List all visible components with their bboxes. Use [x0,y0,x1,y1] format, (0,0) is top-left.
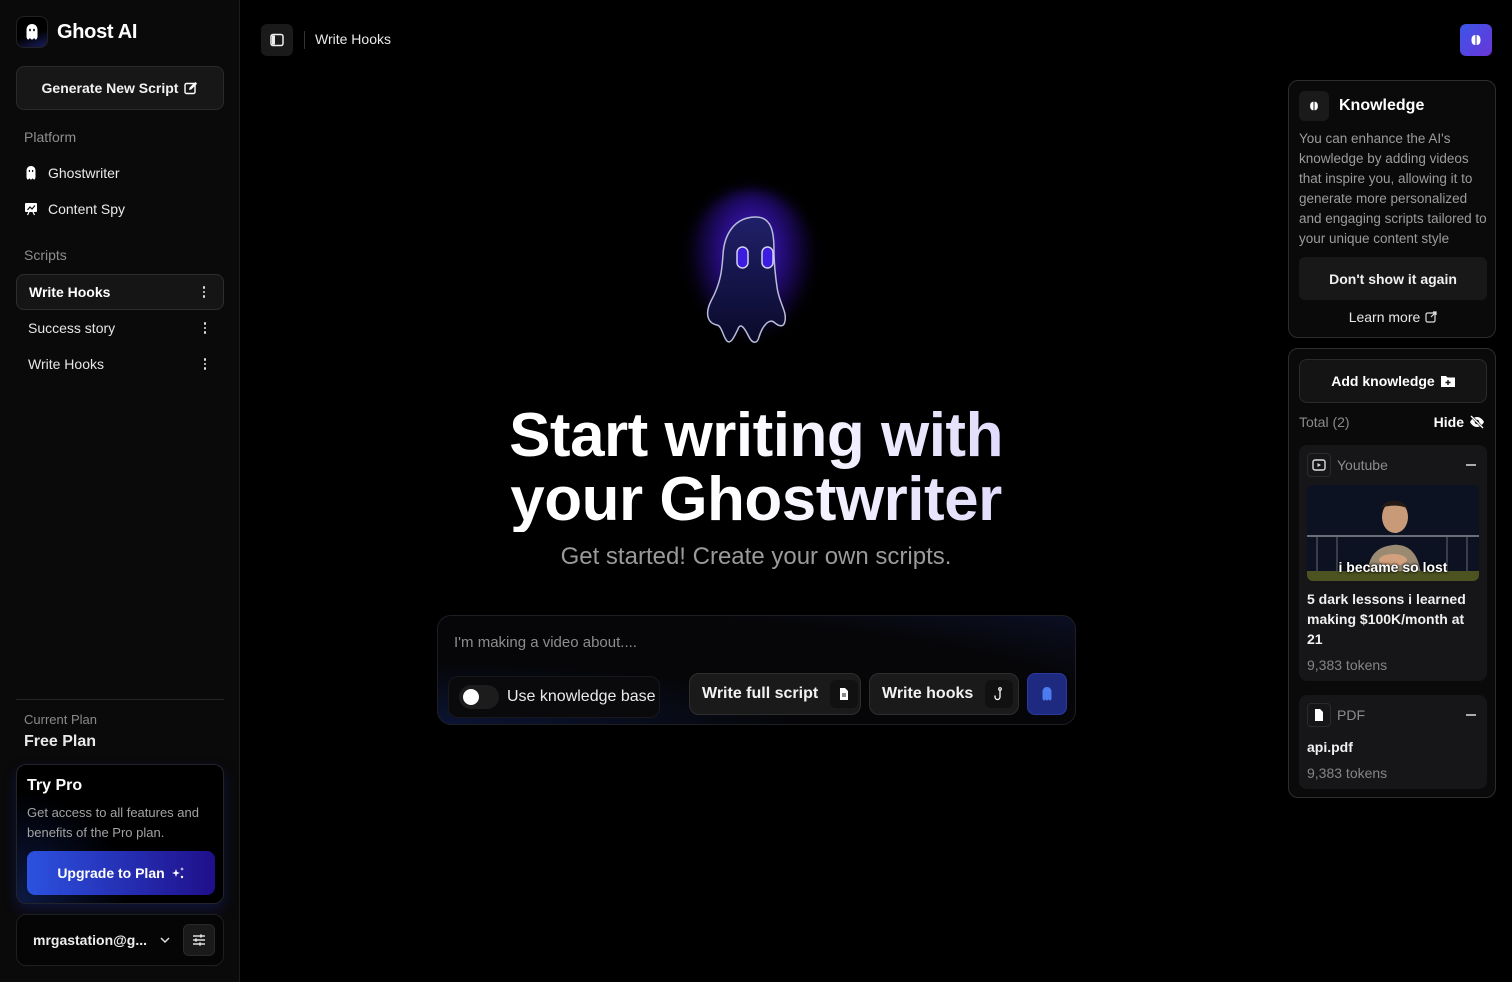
more-vertical-icon[interactable] [198,322,212,334]
brand-name: Ghost AI [57,20,138,43]
knowledge-panel-button[interactable] [1460,24,1492,56]
knowledge-item-tokens: 9,383 tokens [1307,765,1388,781]
toggle-sidebar-button[interactable] [261,24,293,56]
hide-knowledge-button[interactable]: Hide [1434,414,1485,430]
user-account-menu[interactable]: mrgastation@g... [16,914,224,966]
add-knowledge-button[interactable]: Add knowledge [1299,359,1487,403]
folder-plus-icon [1440,376,1455,387]
minus-icon [1466,464,1476,466]
video-thumbnail[interactable]: i became so lost [1307,485,1479,581]
remove-item-button[interactable] [1463,707,1479,723]
generate-label: Generate New Script [41,80,179,96]
app: Ghost AI Generate New Script Platform Gh… [0,0,1512,982]
presentation-chart-icon [25,203,37,216]
ghost-icon [26,166,36,180]
sidebar-divider [16,699,224,700]
knowledge-item-title: 5 dark lessons i learned making $100K/mo… [1307,591,1466,647]
knowledge-panel: Add knowledge Total (2) Hide Youtube i b… [1288,348,1496,798]
sidebar-panel-icon [270,33,284,47]
kb-toggle-label: Use knowledge base [507,688,656,705]
knowledge-item-type: Youtube [1337,457,1388,473]
current-plan-label: Current Plan [24,712,97,727]
ghost-generate-button[interactable] [1027,673,1067,715]
sliders-icon [193,934,205,946]
hero-title-line: Start writing with [509,401,1003,470]
sidebar-item-label: Ghostwriter [48,165,120,181]
minus-icon [1466,714,1476,716]
try-pro-title: Try Pro [27,777,83,794]
edit-icon [184,81,198,95]
ghost-logo-icon [16,16,48,48]
thumbnail-caption: i became so lost [1338,559,1448,575]
ghost-icon [706,216,787,343]
write-hooks-button[interactable]: Write hooks [869,673,1019,715]
knowledge-info-card: Knowledge You can enhance the AI's knowl… [1288,80,1496,338]
file-icon [1307,703,1331,727]
current-plan-name: Free Plan [24,733,97,750]
prompt-input[interactable] [454,634,1054,651]
hero-title-line: your Ghostwriter [510,465,1002,534]
remove-item-button[interactable] [1463,457,1479,473]
toggle-switch[interactable] [459,685,499,709]
generate-new-script-button[interactable]: Generate New Script [16,66,224,110]
learn-more-link[interactable]: Learn more [1289,309,1497,325]
brain-icon [1299,91,1329,121]
chevron-down-icon[interactable] [157,933,173,947]
knowledge-item[interactable]: PDF api.pdf 9,383 tokens [1299,695,1487,789]
script-item-label: Write Hooks [29,284,111,300]
prompt-box: Use knowledge base Write full script Wri… [437,615,1076,725]
knowledge-item-type: PDF [1337,707,1365,723]
ghost-illustration [676,185,836,385]
sidebar-item-ghostwriter[interactable]: Ghostwriter [24,165,120,181]
script-item-label: Success story [28,320,116,336]
youtube-icon [1307,453,1331,477]
write-full-script-label: Write full script [702,685,819,702]
dont-show-again-button[interactable]: Don't show it again [1299,257,1487,300]
upgrade-button[interactable]: Upgrade to Plan [27,851,215,895]
write-full-script-button[interactable]: Write full script [689,673,861,715]
eye-off-icon [1470,415,1484,429]
knowledge-total: Total (2) [1299,414,1350,430]
knowledge-card-header: Knowledge [1299,91,1424,121]
brain-icon [1471,35,1481,45]
hook-icon [985,680,1014,708]
platform-section-label: Platform [24,129,77,145]
hide-label: Hide [1433,414,1464,430]
brand[interactable]: Ghost AI [16,16,138,48]
external-link-icon [1425,311,1437,323]
sidebar-item-content-spy[interactable]: Content Spy [24,201,125,217]
ghost-icon [1042,687,1052,701]
knowledge-card-title: Knowledge [1339,97,1425,114]
sidebar-item-label: Content Spy [48,201,126,217]
user-email: mrgastation@g... [33,932,147,948]
try-pro-card: Try Pro Get access to all features and b… [16,764,224,904]
try-pro-description: Get access to all features and benefits … [27,805,199,840]
breadcrumb: Write Hooks [315,31,391,47]
upgrade-label: Upgrade to Plan [57,865,165,881]
script-item[interactable]: Write Hooks [16,274,224,310]
document-icon [830,680,859,708]
hero-title: Start writing with your Ghostwriter [440,404,1072,532]
hero-subtitle: Get started! Create your own scripts. [560,543,952,570]
learn-more-label: Learn more [1348,309,1421,325]
sparkles-icon [171,867,184,879]
scripts-section-label: Scripts [24,247,67,263]
knowledge-item-title: api.pdf [1307,739,1353,755]
script-item[interactable]: Success story [16,310,224,346]
use-knowledge-base-toggle[interactable]: Use knowledge base [448,676,660,718]
header-separator [304,31,305,49]
knowledge-item-tokens: 9,383 tokens [1307,657,1388,673]
add-knowledge-label: Add knowledge [1331,373,1435,389]
script-item[interactable]: Write Hooks [16,346,224,382]
more-vertical-icon[interactable] [198,358,212,370]
more-vertical-icon[interactable] [197,286,211,298]
script-item-label: Write Hooks [28,356,104,372]
write-hooks-label: Write hooks [882,685,974,702]
knowledge-card-description: You can enhance the AI's knowledge by ad… [1299,131,1487,246]
settings-button[interactable] [183,924,215,956]
knowledge-item[interactable]: Youtube i became so lost 5 dark lessons … [1299,445,1487,681]
sidebar: Ghost AI Generate New Script Platform Gh… [0,0,240,982]
